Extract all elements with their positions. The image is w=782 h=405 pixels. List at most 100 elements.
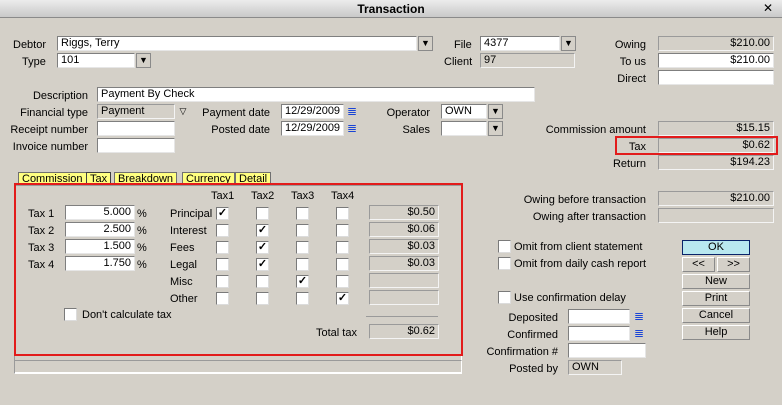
deposited-field[interactable]	[568, 309, 630, 324]
debtor-field[interactable]: Riggs, Terry	[57, 36, 417, 51]
type-dropdown-button[interactable]: ▼	[136, 53, 151, 68]
next-button[interactable]: >>	[717, 257, 750, 272]
owing-field: $210.00	[658, 36, 774, 51]
tax-category-label: Other	[170, 293, 198, 305]
invoice-number-field[interactable]	[97, 138, 175, 153]
tax-category-checkbox[interactable]	[216, 275, 229, 288]
tax-category-checkbox[interactable]: ✓	[256, 258, 269, 271]
print-button[interactable]: Print	[682, 291, 750, 306]
tax-category-checkbox[interactable]	[296, 292, 309, 305]
cancel-button[interactable]: Cancel	[682, 308, 750, 323]
confirmed-calendar-icon[interactable]: ≣	[633, 327, 645, 340]
to-us-label: To us	[619, 56, 646, 68]
tax-rate-label: Tax 1	[28, 208, 55, 220]
sales-dropdown-button[interactable]: ▼	[488, 121, 503, 136]
tax-category-checkbox[interactable]	[336, 224, 349, 237]
dont-calculate-tax-checkbox[interactable]	[64, 308, 77, 321]
tax-rate-field[interactable]: 1.750	[65, 256, 135, 271]
tax-category-checkbox[interactable]	[336, 258, 349, 271]
owing-after-field	[658, 208, 774, 223]
tax-category-checkbox[interactable]	[336, 207, 349, 220]
invoice-number-label: Invoice number	[12, 141, 88, 153]
posted-date-label: Posted date	[211, 124, 270, 136]
use-confirmation-delay-label: Use confirmation delay	[514, 292, 626, 304]
use-confirmation-delay-checkbox[interactable]	[498, 291, 511, 304]
deposited-calendar-icon[interactable]: ≣	[633, 310, 645, 323]
tax-category-checkbox[interactable]	[216, 292, 229, 305]
owing-label: Owing	[614, 39, 646, 51]
ok-button[interactable]: OK	[682, 240, 750, 255]
payment-date-field[interactable]: 12/29/2009	[281, 104, 344, 119]
tax-field: $0.62	[658, 138, 774, 153]
tax-category-checkbox[interactable]	[216, 258, 229, 271]
tax-category-amount: $0.06	[369, 222, 439, 237]
column-header: Tax1	[211, 190, 235, 202]
tax-category-checkbox[interactable]	[296, 224, 309, 237]
tax-category-checkbox[interactable]	[296, 241, 309, 254]
tax-rate-field[interactable]: 5.000	[65, 205, 135, 220]
financial-type-dropdown-icon[interactable]: ▽	[176, 105, 190, 118]
tax-category-amount: $0.50	[369, 205, 439, 220]
tax-rate-label: Tax 3	[28, 242, 55, 254]
description-field[interactable]: Payment By Check	[97, 87, 535, 102]
tax-category-checkbox[interactable]	[296, 258, 309, 271]
close-icon[interactable]: ✕	[760, 2, 776, 16]
tax-rate-unit: %	[137, 242, 147, 254]
tax-category-checkbox[interactable]: ✓	[336, 292, 349, 305]
tax-category-checkbox[interactable]	[336, 241, 349, 254]
tax-category-label: Interest	[170, 225, 207, 237]
previous-button[interactable]: <<	[682, 257, 715, 272]
omit-daily-cash-checkbox[interactable]	[498, 257, 511, 270]
tax-rate-field[interactable]: 1.500	[65, 239, 135, 254]
posted-date-calendar-icon[interactable]: ≣	[346, 122, 358, 135]
confirmed-field[interactable]	[568, 326, 630, 341]
tax-category-checkbox[interactable]: ✓	[296, 275, 309, 288]
financial-type-field[interactable]: Payment	[97, 104, 175, 119]
file-field[interactable]: 4377	[480, 36, 560, 51]
client-field: 97	[480, 53, 575, 68]
owing-after-label: Owing after transaction	[532, 211, 646, 223]
posted-by-label: Posted by	[509, 363, 558, 375]
status-strip	[14, 360, 462, 374]
tax-category-checkbox[interactable]: ✓	[256, 224, 269, 237]
payment-date-label: Payment date	[202, 107, 270, 119]
posted-by-field: OWN	[568, 360, 622, 375]
help-button[interactable]: Help	[682, 325, 750, 340]
window-title: Transaction	[357, 2, 425, 16]
file-dropdown-button[interactable]: ▼	[561, 36, 576, 51]
tax-category-checkbox[interactable]	[336, 275, 349, 288]
tax-category-checkbox[interactable]: ✓	[216, 207, 229, 220]
receipt-number-field[interactable]	[97, 121, 175, 136]
tax-category-checkbox[interactable]: ✓	[256, 241, 269, 254]
tax-rate-label: Tax 2	[28, 225, 55, 237]
file-label: File	[454, 39, 472, 51]
to-us-field[interactable]: $210.00	[658, 53, 774, 68]
payment-date-calendar-icon[interactable]: ≣	[346, 105, 358, 118]
tax-rate-field[interactable]: 2.500	[65, 222, 135, 237]
new-button[interactable]: New	[682, 274, 750, 289]
confirmation-number-field[interactable]	[568, 343, 646, 358]
tax-category-checkbox[interactable]	[216, 241, 229, 254]
omit-client-statement-label: Omit from client statement	[514, 241, 643, 253]
omit-client-statement-checkbox[interactable]	[498, 240, 511, 253]
tax-category-checkbox[interactable]	[256, 275, 269, 288]
direct-field[interactable]	[658, 70, 774, 85]
tax-rate-unit: %	[137, 225, 147, 237]
tax-category-checkbox[interactable]	[256, 207, 269, 220]
debtor-dropdown-button[interactable]: ▼	[418, 36, 433, 51]
client-label: Client	[444, 56, 473, 68]
tax-category-checkbox[interactable]	[256, 292, 269, 305]
operator-dropdown-button[interactable]: ▼	[488, 104, 503, 119]
type-field[interactable]: 101	[57, 53, 135, 68]
tax-label: Tax	[628, 141, 646, 153]
column-header: Tax2	[251, 190, 275, 202]
type-label: Type	[22, 56, 46, 68]
tax-category-checkbox[interactable]	[296, 207, 309, 220]
dont-calculate-tax-label: Don't calculate tax	[82, 309, 172, 321]
deposited-label: Deposited	[508, 312, 558, 324]
operator-field[interactable]: OWN	[441, 104, 487, 119]
sales-field[interactable]	[441, 121, 487, 136]
description-label: Description	[32, 90, 88, 102]
tax-category-checkbox[interactable]	[216, 224, 229, 237]
posted-date-field[interactable]: 12/29/2009	[281, 121, 344, 136]
